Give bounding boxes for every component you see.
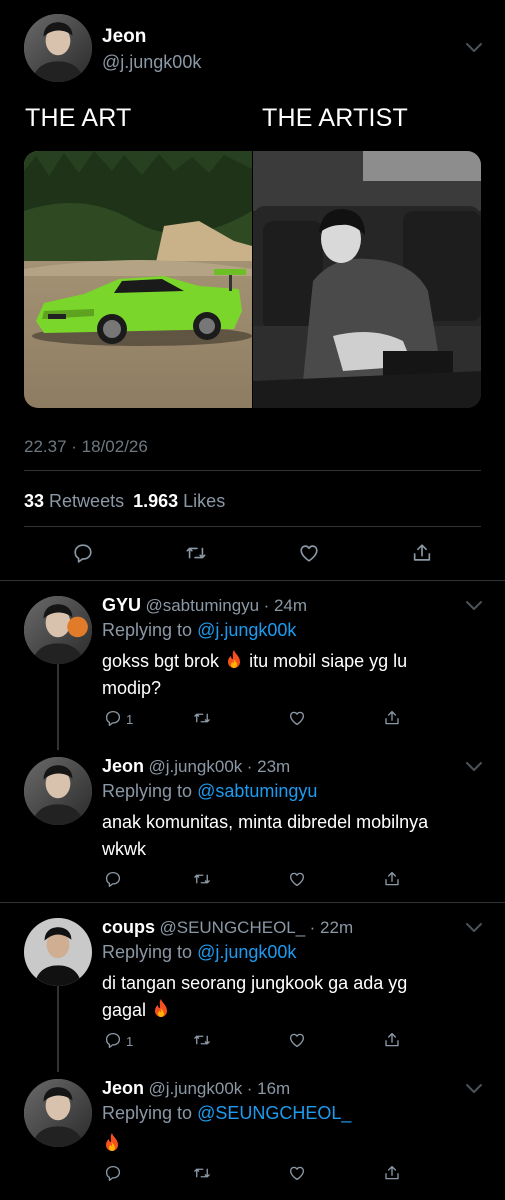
car-photo[interactable] — [24, 151, 252, 408]
artist-photo[interactable] — [253, 151, 481, 408]
share-icon[interactable] — [383, 709, 401, 727]
reply-count: 1 — [126, 712, 134, 727]
replying-to: Replying to @SEUNGCHEOL_ — [102, 1103, 351, 1124]
reply-text-part: itu mobil siape yg lu — [249, 651, 408, 671]
reply-header: coups @SEUNGCHEOL_ · 22m — [102, 917, 353, 938]
reply-header: GYU @sabtumingyu · 24m — [102, 595, 307, 616]
replying-to: Replying to @j.jungk00k — [102, 942, 296, 963]
reply-icon[interactable] — [104, 870, 122, 888]
reply-text-part: wkwk — [102, 839, 146, 859]
divider — [0, 580, 505, 581]
retweet-icon[interactable] — [193, 709, 211, 727]
divider — [24, 526, 481, 527]
replying-to: Replying to @sabtumingyu — [102, 781, 317, 802]
chevron-down-icon[interactable] — [465, 1083, 483, 1095]
retweet-label[interactable]: Retweets — [49, 491, 124, 511]
reply-author-name[interactable]: GYU — [102, 595, 141, 615]
reply-author-handle[interactable]: @j.jungk00k — [148, 1079, 242, 1098]
retweet-icon[interactable] — [193, 1031, 211, 1049]
reply-icon[interactable] — [104, 1164, 122, 1182]
like-icon[interactable] — [288, 1031, 306, 1049]
chevron-down-icon[interactable] — [465, 600, 483, 612]
reply-text-part: gokss bgt brok — [102, 651, 220, 671]
reply-author-name[interactable]: Jeon — [102, 756, 144, 776]
chevron-down-icon[interactable] — [465, 42, 483, 54]
share-icon[interactable] — [383, 1031, 401, 1049]
share-icon[interactable] — [383, 870, 401, 888]
reply-text: di tangan seorang jungkook ga ada yg gag… — [102, 970, 482, 1024]
like-label[interactable]: Likes — [183, 491, 225, 511]
like-icon[interactable] — [298, 542, 320, 564]
reply-time: · 16m — [246, 1079, 291, 1098]
reply-text-part: gagal — [102, 1000, 147, 1020]
replying-to: Replying to @j.jungk00k — [102, 620, 296, 641]
reply-time: · 24m — [263, 596, 308, 615]
reply-author-handle[interactable]: @SEUNGCHEOL_ — [159, 918, 305, 937]
reply-icon[interactable] — [72, 542, 94, 564]
retweet-icon[interactable] — [193, 870, 211, 888]
reply-header: Jeon @j.jungk00k · 16m — [102, 1078, 290, 1099]
fire-emoji — [151, 998, 171, 1020]
divider — [0, 902, 505, 903]
mention-link[interactable]: @sabtumingyu — [197, 781, 317, 801]
reply-author-name[interactable]: Jeon — [102, 1078, 144, 1098]
fire-emoji — [224, 649, 244, 671]
like-icon[interactable] — [288, 870, 306, 888]
replying-prefix: Replying to — [102, 1103, 193, 1123]
reply-icon[interactable] — [104, 709, 122, 727]
replying-prefix: Replying to — [102, 942, 193, 962]
avatar[interactable] — [24, 1079, 92, 1147]
reply-time: · 23m — [246, 757, 291, 776]
mention-link[interactable]: @j.jungk00k — [197, 620, 296, 640]
share-icon[interactable] — [383, 1164, 401, 1182]
reply-text-part: modip? — [102, 678, 162, 698]
author-handle[interactable]: @j.jungk00k — [102, 52, 201, 73]
reply-text: anak komunitas, minta dibredel mobilnya … — [102, 809, 482, 863]
tweet-media[interactable] — [24, 151, 481, 408]
reply-time: · 22m — [309, 918, 354, 937]
like-count[interactable]: 1.963 — [133, 491, 178, 511]
divider — [24, 470, 481, 471]
reply-icon[interactable] — [104, 1031, 122, 1049]
chevron-down-icon[interactable] — [465, 922, 483, 934]
thread-line — [57, 664, 59, 750]
reply-header: Jeon @j.jungk00k · 23m — [102, 756, 290, 777]
mention-link[interactable]: @j.jungk00k — [197, 942, 296, 962]
author-name[interactable]: Jeon — [102, 26, 146, 48]
avatar[interactable] — [24, 596, 92, 664]
reply-author-name[interactable]: coups — [102, 917, 155, 937]
replying-prefix: Replying to — [102, 620, 193, 640]
avatar[interactable] — [24, 14, 92, 82]
retweet-icon[interactable] — [185, 542, 207, 564]
tweet-stats: 33 Retweets 1.963 Likes — [24, 491, 225, 512]
retweet-icon[interactable] — [193, 1164, 211, 1182]
fire-emoji — [102, 1132, 122, 1154]
reply-text: gokss bgt brok itu mobil siape yg lu mod… — [102, 648, 482, 702]
retweet-count[interactable]: 33 — [24, 491, 44, 511]
like-icon[interactable] — [288, 709, 306, 727]
reply-text — [102, 1131, 482, 1158]
reply-count: 1 — [126, 1034, 134, 1049]
like-icon[interactable] — [288, 1164, 306, 1182]
chevron-down-icon[interactable] — [465, 761, 483, 773]
avatar[interactable] — [24, 918, 92, 986]
reply-text-part: anak komunitas, minta dibredel mobilnya — [102, 812, 429, 832]
tweet-timestamp[interactable]: 22.37 · 18/02/26 — [24, 437, 148, 457]
share-icon[interactable] — [411, 542, 433, 564]
tweet-text-left: THE ART — [25, 104, 132, 132]
mention-link[interactable]: @SEUNGCHEOL_ — [197, 1103, 351, 1123]
avatar[interactable] — [24, 757, 92, 825]
reply-author-handle[interactable]: @sabtumingyu — [145, 596, 259, 615]
thread-line — [57, 986, 59, 1072]
reply-author-handle[interactable]: @j.jungk00k — [148, 757, 242, 776]
tweet-text-right: THE ARTIST — [262, 104, 409, 132]
reply-text-part: di tangan seorang jungkook ga ada yg — [102, 973, 408, 993]
replying-prefix: Replying to — [102, 781, 193, 801]
